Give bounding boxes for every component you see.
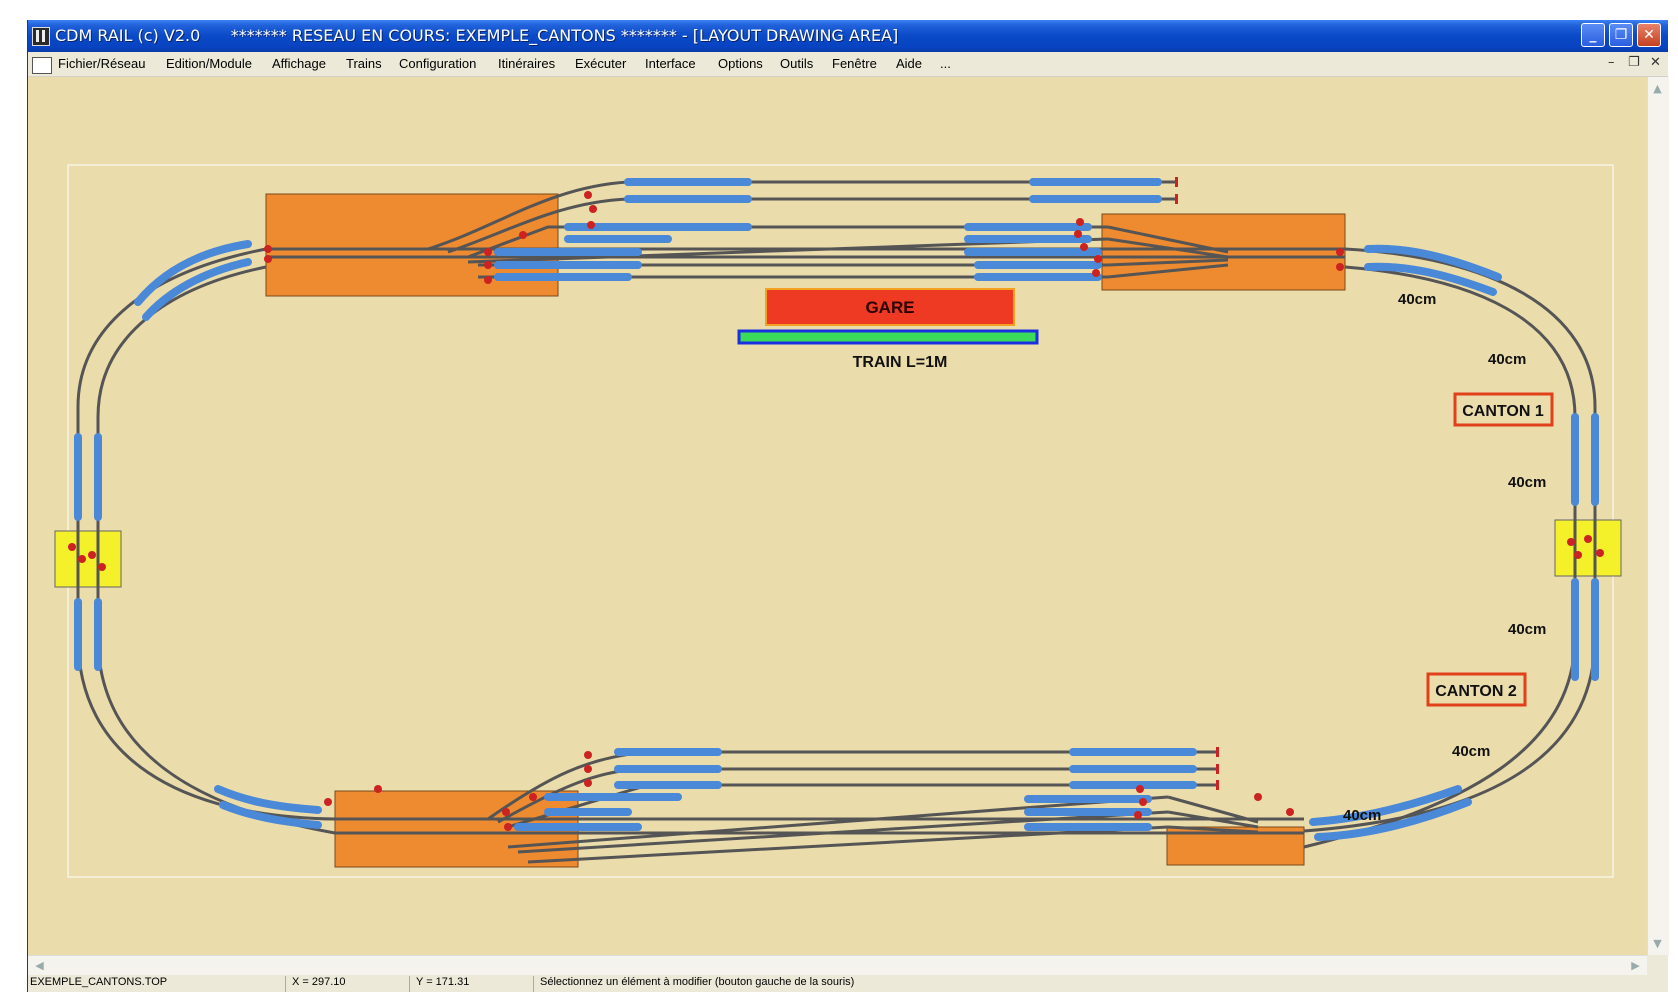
segment-label: 40cm: [1398, 291, 1436, 308]
status-y-coord: Y = 171.31: [414, 976, 534, 992]
menu-options[interactable]: Options: [718, 56, 763, 71]
train-indicator[interactable]: [737, 329, 1039, 345]
scroll-right-icon[interactable]: ▶: [1626, 956, 1645, 975]
train-label: TRAIN L=1M: [853, 354, 948, 371]
segment-label: 40cm: [1452, 743, 1490, 760]
window-title: CDM RAIL (c) V2.0 ******* RESEAU EN COUR…: [55, 26, 899, 45]
menu-configuration[interactable]: Configuration: [399, 56, 476, 71]
app-icon[interactable]: [32, 27, 50, 46]
menu-interface[interactable]: Interface: [645, 56, 696, 71]
close-icon: ✕: [1643, 27, 1655, 43]
app-root: CDM RAIL (c) V2.0 ******* RESEAU EN COUR…: [0, 0, 1678, 992]
scroll-down-icon[interactable]: ▼: [1648, 934, 1667, 953]
title-bar[interactable]: CDM RAIL (c) V2.0 ******* RESEAU EN COUR…: [28, 20, 1668, 52]
menu-bar: Fichier/Réseau Edition/Module Affichage …: [28, 52, 1668, 77]
menu-itineraires[interactable]: Itinéraires: [498, 56, 555, 71]
close-button[interactable]: ✕: [1637, 23, 1661, 47]
canton-2-label: CANTON 2: [1435, 683, 1517, 700]
menu-more[interactable]: ...: [940, 56, 951, 71]
menu-executer[interactable]: Exécuter: [575, 56, 626, 71]
layout-drawing-area[interactable]: GARE TRAIN L=1M CANTON 1 CANTON 2 40cm 4…: [28, 77, 1647, 955]
menu-trains[interactable]: Trains: [346, 56, 382, 71]
restore-button[interactable]: ❐: [1609, 23, 1633, 47]
segment-label: 40cm: [1508, 474, 1546, 491]
canton-1-label: CANTON 1: [1462, 403, 1544, 420]
menu-fenetre[interactable]: Fenêtre: [832, 56, 877, 71]
station-label: GARE: [865, 298, 914, 317]
mdi-close-button[interactable]: ✕: [1650, 55, 1661, 70]
status-bar: EXEMPLE_CANTONS.TOP X = 297.10 Y = 171.3…: [28, 976, 1668, 992]
segment-label: 40cm: [1488, 351, 1526, 368]
minimize-icon: _: [1589, 27, 1597, 43]
horizontal-scrollbar[interactable]: ◀ ▶: [28, 955, 1647, 975]
status-x-coord: X = 297.10: [290, 976, 410, 992]
restore-icon: ❐: [1614, 27, 1628, 43]
minimize-button[interactable]: _: [1581, 23, 1605, 47]
menu-edition[interactable]: Edition/Module: [166, 56, 252, 71]
mdi-minimize-button[interactable]: –: [1608, 55, 1615, 70]
segment-label: 40cm: [1343, 807, 1381, 824]
application-window: CDM RAIL (c) V2.0 ******* RESEAU EN COUR…: [27, 20, 1669, 992]
module-right[interactable]: [1554, 519, 1622, 577]
segment-label: 40cm: [1508, 621, 1546, 638]
status-file: EXEMPLE_CANTONS.TOP: [28, 976, 286, 992]
menu-fichier[interactable]: Fichier/Réseau: [58, 56, 145, 71]
menu-aide[interactable]: Aide: [896, 56, 922, 71]
scroll-up-icon[interactable]: ▲: [1648, 79, 1667, 98]
menu-outils[interactable]: Outils: [780, 56, 813, 71]
scroll-left-icon[interactable]: ◀: [30, 956, 49, 975]
vertical-scrollbar[interactable]: ▲ ▼: [1647, 77, 1669, 955]
menu-affichage[interactable]: Affichage: [272, 56, 326, 71]
mdi-restore-button[interactable]: ❐: [1628, 55, 1640, 70]
module-left[interactable]: [54, 530, 122, 588]
document-icon[interactable]: [32, 57, 52, 74]
status-message: Sélectionnez un élément à modifier (bout…: [540, 976, 855, 988]
track-layout[interactable]: GARE TRAIN L=1M CANTON 1 CANTON 2 40cm 4…: [28, 77, 1647, 955]
